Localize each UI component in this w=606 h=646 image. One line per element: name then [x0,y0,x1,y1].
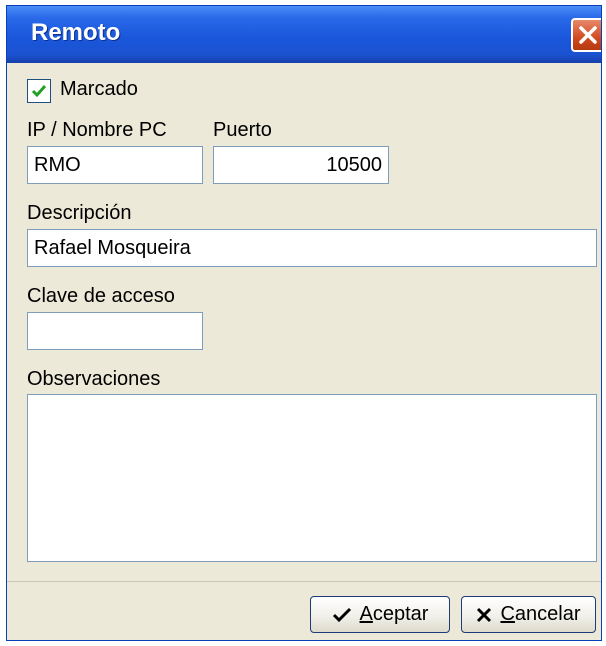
puerto-label: Puerto [213,119,272,141]
close-button[interactable] [571,18,601,52]
close-icon [579,26,597,44]
divider [7,581,601,582]
observaciones-textarea[interactable] [27,394,597,562]
ip-input[interactable]: RMO [27,146,203,184]
x-icon [477,607,492,622]
window-title: Remoto [31,19,121,46]
clave-input[interactable] [27,312,203,350]
clave-label: Clave de acceso [27,285,175,307]
ip-label: IP / Nombre PC [27,119,167,141]
checkmark-icon [31,85,47,98]
cancelar-button[interactable]: Cancelar [461,596,596,633]
checkmark-icon [332,607,351,622]
marcado-checkbox[interactable] [27,79,51,103]
puerto-input[interactable]: 10500 [213,146,389,184]
marcado-label[interactable]: Marcado [60,78,138,101]
descripcion-label: Descripción [27,202,132,224]
title-bar[interactable]: Remoto [7,6,601,63]
aceptar-button[interactable]: Aceptar [310,596,450,633]
cancelar-label: Cancelar [500,603,581,625]
aceptar-label: Aceptar [359,603,429,625]
descripcion-input[interactable]: Rafael Mosqueira [27,229,597,267]
observaciones-label: Observaciones [27,368,161,390]
dialog-window: Remoto Marcado IP / Nombre PC Puerto RMO… [6,5,602,641]
